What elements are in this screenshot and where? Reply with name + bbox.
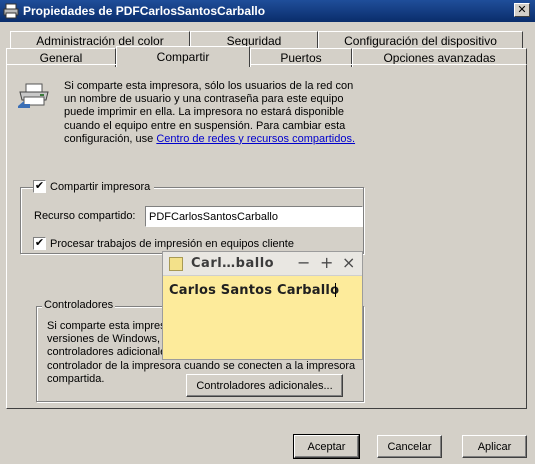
maximize-icon[interactable]: + (320, 255, 333, 271)
apply-button[interactable]: Aplicar (462, 435, 527, 458)
title-bar: Propiedades de PDFCarlosSantosCarballo ✕ (0, 0, 535, 22)
share-printer-checkbox[interactable]: ✔ (33, 180, 46, 193)
sticky-close-icon[interactable]: × (342, 255, 355, 271)
note-icon (169, 256, 183, 271)
client-render-checkbox-row[interactable]: ✔ Procesar trabajos de impresión en equi… (33, 237, 298, 250)
resource-label: Recurso compartido: (34, 210, 136, 222)
sticky-note-title: Carl…ballo (191, 256, 275, 271)
close-button[interactable]: ✕ (514, 3, 530, 17)
network-center-link[interactable]: Centro de redes y recursos compartidos. (156, 133, 355, 145)
additional-drivers-button[interactable]: Controladores adicionales... (186, 374, 343, 397)
close-icon: ✕ (517, 3, 527, 16)
sticky-note-header[interactable]: Carl…ballo − + × (163, 252, 362, 276)
window-title: Propiedades de PDFCarlosSantosCarballo (23, 4, 266, 18)
text-caret (335, 283, 336, 297)
shared-printer-icon (18, 83, 49, 108)
tab-compartir[interactable]: Compartir (116, 46, 250, 67)
drivers-group-label: Controladores (42, 299, 116, 311)
minimize-icon[interactable]: − (297, 255, 310, 271)
intro-text: Si comparte esta impresora, sólo los usu… (64, 80, 356, 145)
ok-button[interactable]: Aceptar (293, 434, 360, 459)
sticky-note-body[interactable]: Carlos Santos Carballo (163, 276, 362, 298)
sticky-note-window[interactable]: Carl…ballo − + × Carlos Santos Carballo (162, 251, 363, 360)
resource-name-input[interactable] (145, 206, 363, 227)
client-render-checkbox[interactable]: ✔ (33, 237, 46, 250)
cancel-button[interactable]: Cancelar (377, 435, 442, 458)
share-printer-checkbox-row[interactable]: ✔ Compartir impresora (33, 180, 155, 193)
printer-app-icon (3, 3, 19, 19)
